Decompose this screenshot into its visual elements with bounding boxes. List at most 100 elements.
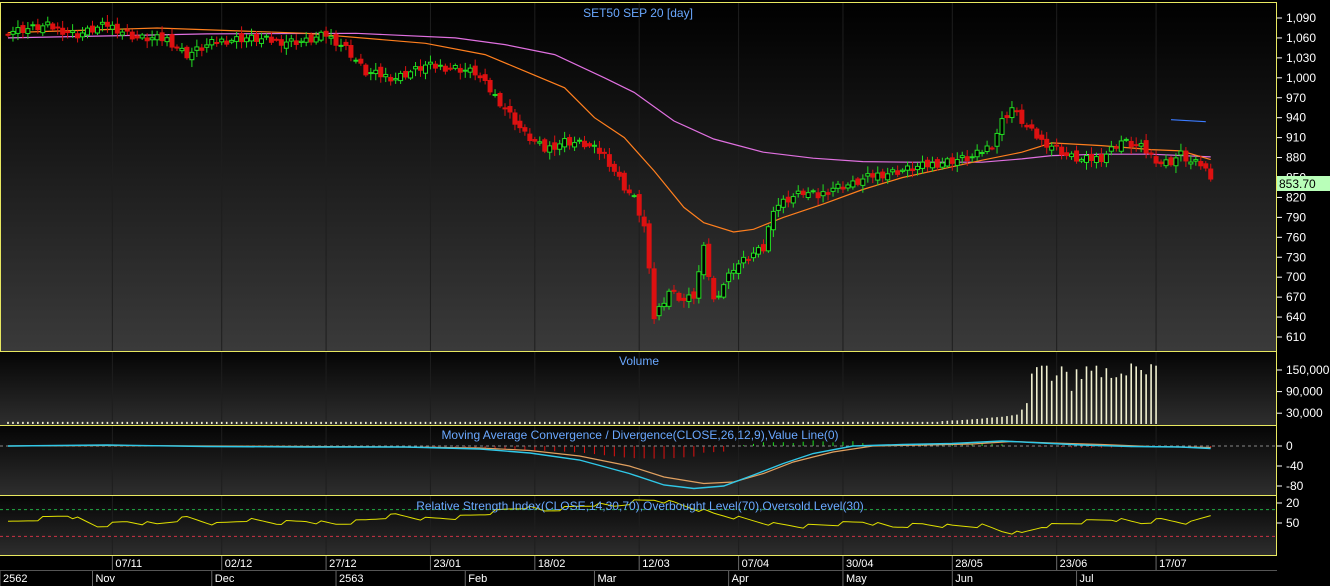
volume-bar [623, 421, 626, 424]
candle-body [144, 37, 150, 42]
volume-bar [529, 421, 531, 424]
volume-bar [7, 421, 9, 424]
candle-body [815, 192, 821, 199]
volume-bar [56, 421, 59, 424]
volume-bar [245, 421, 248, 424]
candle-body [273, 38, 279, 41]
volume-bar [320, 421, 322, 424]
candle-body [726, 272, 732, 283]
candle-body [234, 36, 240, 42]
volume-bar [370, 421, 372, 424]
volume-bar [86, 421, 89, 424]
candle-body [1024, 124, 1030, 128]
candle-body [1138, 143, 1144, 147]
volume-bar [628, 421, 631, 424]
volume-bar [618, 421, 621, 424]
candle-body [651, 268, 657, 320]
volume-bar [235, 421, 238, 424]
candle-body [666, 290, 672, 307]
volume-bar [812, 421, 814, 424]
candle-body [40, 25, 46, 34]
y-axis-tick-label: 0 [1286, 439, 1293, 453]
volume-bar [941, 421, 944, 424]
candle-body [358, 58, 364, 64]
volume-bar [449, 421, 452, 424]
volume-bar [220, 421, 223, 424]
volume-bar [121, 421, 124, 424]
candle-body [701, 244, 707, 276]
volume-bar [305, 421, 307, 424]
volume-bar [310, 421, 312, 424]
stock-chart[interactable]: SET50 SEP 20 [day] Volume Moving Average… [0, 0, 1330, 586]
candle-body [681, 297, 687, 301]
volume-bar [668, 421, 670, 424]
volume-bar [876, 421, 879, 424]
candle-body [179, 47, 185, 52]
volume-bar [479, 421, 481, 424]
volume-bar [817, 421, 819, 424]
volume-bar [250, 421, 253, 424]
candle-body [989, 147, 995, 150]
candle-body [45, 21, 51, 26]
volume-bar [225, 421, 228, 424]
date-tick-label: 23/01 [433, 558, 461, 570]
candle-body [263, 35, 269, 38]
volume-bar [439, 421, 442, 424]
volume-bar [732, 421, 735, 424]
volume-bar [66, 421, 69, 424]
candle-body [268, 36, 274, 43]
volume-bar [747, 421, 750, 424]
candle-body [318, 31, 324, 41]
candle-body [254, 33, 259, 42]
candle-body [1009, 107, 1015, 119]
month-tick-label: Jul [1080, 573, 1094, 585]
candle-body [80, 32, 86, 38]
volume-bar [1040, 365, 1043, 424]
volume-bar [1026, 403, 1028, 424]
candle-body [711, 277, 717, 300]
candle-body [75, 33, 81, 39]
candle-body [606, 154, 612, 167]
month-tick-label: 2563 [339, 573, 363, 585]
volume-bar [867, 421, 869, 424]
volume-bar [862, 421, 864, 424]
volume-bar [46, 421, 49, 424]
candle-body [1064, 152, 1070, 157]
volume-bar [896, 421, 899, 424]
volume-bar [260, 421, 263, 424]
volume-bar [767, 421, 770, 424]
candle-body [109, 24, 115, 30]
volume-bar [588, 421, 591, 424]
volume-bar [658, 421, 660, 424]
volume-bar [295, 421, 298, 424]
volume-bar [32, 421, 34, 424]
candle-body [919, 161, 925, 169]
volume-bar [871, 421, 874, 424]
candle-body [258, 38, 264, 44]
candle-body [323, 30, 329, 37]
month-tick-label: Nov [95, 573, 115, 585]
volume-bar [722, 421, 725, 424]
candle-body [562, 138, 568, 148]
candle-body [278, 39, 284, 46]
y-axis-tick-label: 640 [1286, 310, 1306, 324]
volume-bar [141, 421, 143, 424]
candle-body [154, 34, 160, 41]
volume-bar [663, 421, 665, 424]
volume-bar [404, 421, 407, 424]
volume-bar [454, 421, 457, 424]
volume-bar [936, 421, 939, 424]
volume-bar [678, 421, 680, 424]
candle-body [736, 263, 742, 274]
volume-bar [787, 421, 790, 424]
volume-bar [1065, 371, 1068, 424]
month-tick-label: Feb [468, 573, 487, 585]
macd-panel-title: Moving Average Convergence / Divergence(… [441, 428, 838, 442]
volume-bar [464, 421, 467, 424]
volume-bar [424, 421, 427, 424]
volume-bar [429, 421, 432, 424]
volume-bar [1031, 373, 1033, 424]
candle-body [1113, 146, 1119, 149]
candle-body [974, 149, 980, 158]
candle-body [159, 32, 165, 42]
